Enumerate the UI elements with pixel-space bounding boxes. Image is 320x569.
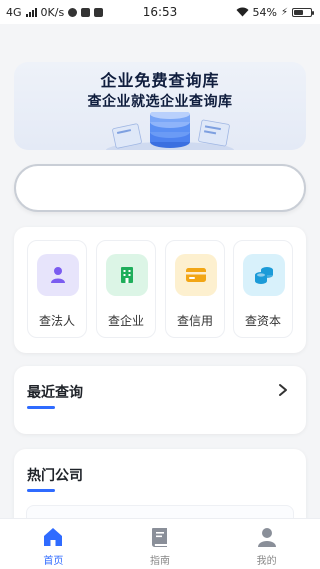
nav-label: 指南 xyxy=(150,556,170,567)
home-icon xyxy=(44,528,63,546)
action-label: 查资本 xyxy=(244,314,281,328)
user-icon xyxy=(257,528,276,547)
hot-title-underline xyxy=(27,489,55,492)
action-legal-person[interactable]: 查法人 xyxy=(27,240,87,338)
media-notification-icon xyxy=(94,7,104,17)
action-capital[interactable]: 查资本 xyxy=(233,240,293,338)
network-speed: 0K/s xyxy=(40,5,65,19)
chevron-right-icon[interactable] xyxy=(276,383,290,397)
nav-label: 首页 xyxy=(43,556,64,567)
nav-mine[interactable]: 我的 xyxy=(213,519,320,569)
status-bar: 4G 0K/s 16:53 54% ⚡ xyxy=(0,0,320,24)
recent-queries-card[interactable]: 最近查询 xyxy=(14,366,306,434)
coins-icon xyxy=(243,254,285,296)
banner-subtitle: 查企业就选企业查询库 xyxy=(87,94,233,110)
search-input[interactable] xyxy=(32,166,288,210)
wifi-icon xyxy=(236,7,249,17)
recent-title: 最近查询 xyxy=(27,385,83,401)
battery-icon xyxy=(292,7,314,17)
charging-icon: ⚡ xyxy=(280,6,288,18)
person-icon xyxy=(37,254,79,296)
search-box[interactable] xyxy=(14,164,306,212)
action-label: 查信用 xyxy=(176,314,213,328)
network-label: 4G xyxy=(6,5,22,19)
building-icon xyxy=(106,254,148,296)
nav-label: 我的 xyxy=(256,556,277,567)
notification-icon xyxy=(68,7,78,17)
banner-title: 企业免费查询库 xyxy=(100,71,220,90)
quick-actions-card: 查法人 查企业 查信用 查资本 xyxy=(14,227,306,353)
app-notification-icon xyxy=(81,7,91,17)
bottom-nav: 首页 指南 我的 xyxy=(0,518,320,569)
recent-title-underline xyxy=(27,406,55,409)
hero-banner[interactable]: 企业免费查询库 查企业就选企业查询库 xyxy=(14,62,306,150)
battery-percent: 54% xyxy=(252,5,277,19)
nav-home[interactable]: 首页 xyxy=(0,519,107,569)
database-illustration xyxy=(106,112,234,150)
signal-icon xyxy=(25,7,37,17)
action-company[interactable]: 查企业 xyxy=(96,240,156,338)
credit-card-icon xyxy=(175,254,217,296)
action-label: 查企业 xyxy=(107,314,144,328)
action-credit[interactable]: 查信用 xyxy=(165,240,225,338)
hot-title: 热门公司 xyxy=(27,468,83,484)
book-icon xyxy=(152,528,167,547)
action-label: 查法人 xyxy=(38,314,75,328)
status-right: 54% ⚡ xyxy=(236,5,314,19)
nav-guide[interactable]: 指南 xyxy=(107,519,214,569)
status-left: 4G 0K/s xyxy=(6,5,104,19)
